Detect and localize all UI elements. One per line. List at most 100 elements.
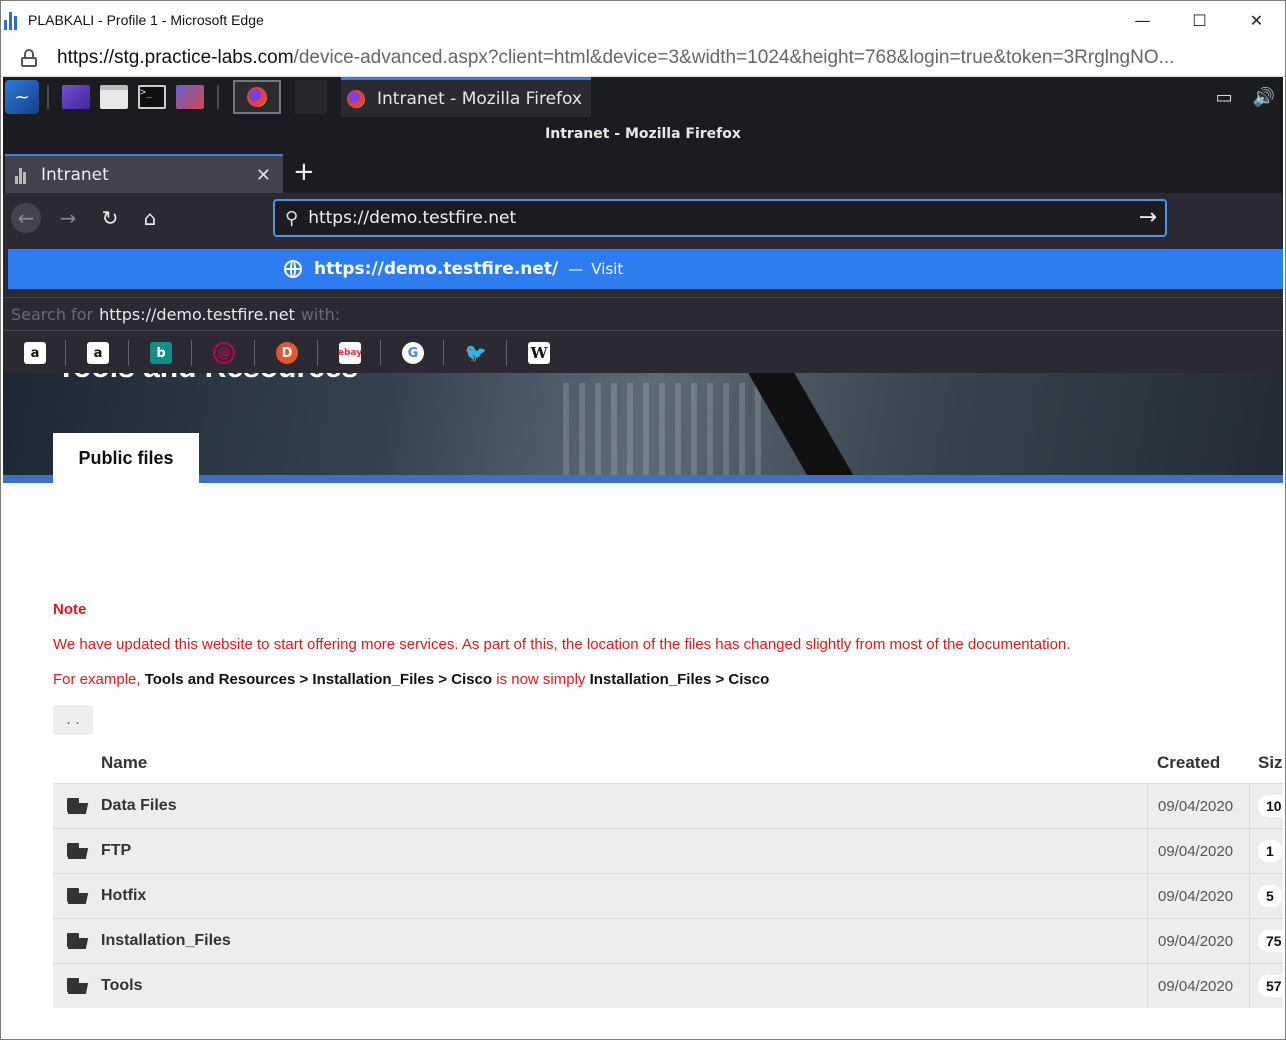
mouse-cursor-icon <box>699 1037 723 1039</box>
table-row[interactable]: FTP 09/04/2020 1 <box>53 828 1283 873</box>
google-icon[interactable]: G <box>402 342 424 364</box>
remote-desktop[interactable]: ~ >_ Intranet - Mozilla Firefox ▭ 🔊 Intr… <box>3 77 1283 1039</box>
firefox-icon <box>247 87 267 107</box>
debian-icon[interactable]: @ <box>213 342 235 364</box>
file-name[interactable]: FTP <box>101 842 131 860</box>
file-name[interactable]: Tools <box>101 977 142 995</box>
terminal-icon[interactable]: >_ <box>138 85 166 109</box>
file-created: 09/04/2020 <box>1147 784 1233 828</box>
table-row[interactable]: Hotfix 09/04/2020 5 <box>53 873 1283 918</box>
twitter-icon[interactable]: 🐦 <box>465 342 487 364</box>
url-bar[interactable]: ⚲ → <box>273 199 1167 237</box>
ebay-icon[interactable]: ebay <box>338 342 362 364</box>
lock-icon[interactable] <box>21 48 37 67</box>
edge-url[interactable]: https://stg.practice-labs.com/device-adv… <box>57 47 1267 69</box>
workspace-icon[interactable] <box>62 85 90 109</box>
edge-title-bar: PLABKALI - Profile 1 - Microsoft Edge — … <box>1 1 1285 39</box>
firefox-nav-bar: ← → ↻ ⌂ ⚲ → <box>3 193 1283 243</box>
suggestion-action: Visit <box>591 260 624 278</box>
file-name[interactable]: Installation_Files <box>101 932 231 950</box>
suggestion-dash: — <box>568 260 584 278</box>
go-arrow-icon[interactable]: → <box>1139 205 1157 230</box>
home-button[interactable]: ⌂ <box>135 203 165 233</box>
file-size-cell: 5 <box>1249 874 1283 918</box>
workspace-switcher[interactable] <box>295 80 327 114</box>
maximize-button[interactable]: ☐ <box>1171 1 1228 39</box>
firefox-launcher-button[interactable] <box>233 80 281 114</box>
new-tab-button[interactable]: + <box>293 157 315 187</box>
note-example-mid: is now simply <box>496 671 586 688</box>
hero-title: Tools and Resources <box>57 373 358 385</box>
tab-public-files[interactable]: Public files <box>53 433 199 483</box>
file-size-cell: 1 <box>1249 829 1283 873</box>
taskbar-separator <box>217 85 219 109</box>
note-example-prefix: For example, <box>53 671 141 688</box>
taskbar-separator <box>47 85 49 109</box>
file-size-badge: 75 <box>1258 930 1283 952</box>
engine-separator <box>254 340 255 366</box>
firefox-tab-strip: Intranet ✕ + <box>3 151 1283 193</box>
taskbar-task-firefox[interactable]: Intranet - Mozilla Firefox <box>341 77 591 117</box>
search-term: https://demo.testfire.net <box>99 304 295 324</box>
note-example-new-path: Installation_Files > Cisco <box>589 671 770 688</box>
file-created: 09/04/2020 <box>1147 919 1233 963</box>
engine-separator <box>443 340 444 366</box>
table-row[interactable]: Tools 09/04/2020 57 <box>53 963 1283 1008</box>
column-name[interactable]: Name <box>101 753 147 773</box>
wikipedia-icon[interactable]: W <box>528 342 550 364</box>
url-dropdown: https://demo.testfire.net/ — Visit Searc… <box>3 243 1283 373</box>
volume-icon[interactable]: 🔊 <box>1253 87 1275 108</box>
amazon-icon[interactable]: a <box>24 342 46 364</box>
file-size-cell: 75 <box>1249 919 1283 963</box>
tab-close-icon[interactable]: ✕ <box>256 165 271 186</box>
folder-open-icon <box>67 978 89 994</box>
search-with-label: with: <box>300 304 341 324</box>
suggestion-url: https://demo.testfire.net/ <box>314 259 559 279</box>
bing-icon[interactable]: b <box>150 342 172 364</box>
table-row[interactable]: Installation_Files 09/04/2020 75 <box>53 918 1283 963</box>
file-size-badge: 1 <box>1258 840 1282 862</box>
search-for-label: Search for <box>11 304 94 324</box>
screenshot-icon[interactable] <box>176 85 204 109</box>
table-row[interactable]: Data Files 09/04/2020 10 <box>53 783 1283 828</box>
url-suggestion[interactable]: https://demo.testfire.net/ — Visit <box>8 249 1283 289</box>
file-name[interactable]: Data Files <box>101 797 177 815</box>
file-size-badge: 5 <box>1258 885 1282 907</box>
folder-open-icon <box>67 933 89 949</box>
parent-directory-button[interactable]: . . <box>53 705 93 735</box>
engine-separator <box>128 340 129 366</box>
url-input[interactable] <box>308 208 1109 228</box>
tab-intranet[interactable]: Intranet ✕ <box>5 154 283 193</box>
file-manager-icon[interactable] <box>100 85 128 109</box>
amazon-alt-icon[interactable]: a <box>87 342 109 364</box>
file-table-header: Name Created Siz <box>53 741 1283 783</box>
column-size[interactable]: Siz <box>1258 753 1283 773</box>
edge-address-bar[interactable]: https://stg.practice-labs.com/device-adv… <box>1 39 1285 77</box>
display-icon[interactable]: ▭ <box>1216 87 1233 108</box>
kali-menu-icon[interactable]: ~ <box>5 80 39 114</box>
column-created[interactable]: Created <box>1157 753 1220 773</box>
edge-url-path: /device-advanced.aspx?client=html&device… <box>293 46 1175 68</box>
engine-separator <box>317 340 318 366</box>
search-icon: ⚲ <box>285 207 299 229</box>
close-button[interactable]: ✕ <box>1228 1 1285 39</box>
back-button[interactable]: ← <box>11 203 41 233</box>
taskbar-task-label: Intranet - Mozilla Firefox <box>377 88 582 109</box>
engine-separator <box>506 340 507 366</box>
intranet-favicon-icon <box>15 166 27 184</box>
note-example: For example, Tools and Resources > Insta… <box>53 671 769 688</box>
edge-window: PLABKALI - Profile 1 - Microsoft Edge — … <box>0 0 1286 1040</box>
forward-button[interactable]: → <box>53 203 83 233</box>
folder-open-icon <box>67 888 89 904</box>
window-controls: — ☐ ✕ <box>1114 1 1285 39</box>
minimize-button[interactable]: — <box>1114 1 1171 39</box>
note-example-old-path: Tools and Resources > Installation_Files… <box>144 671 493 688</box>
duckduckgo-icon[interactable]: D <box>276 342 298 364</box>
file-created: 09/04/2020 <box>1147 964 1233 1008</box>
file-table: Name Created Siz Data Files 09/04/2020 1… <box>53 741 1283 1008</box>
reload-button[interactable]: ↻ <box>95 203 125 233</box>
file-name[interactable]: Hotfix <box>101 887 146 905</box>
globe-icon <box>284 260 302 278</box>
intranet-page: Tools and Resources Public files Note We… <box>3 373 1283 1039</box>
firefox-icon <box>347 89 365 108</box>
